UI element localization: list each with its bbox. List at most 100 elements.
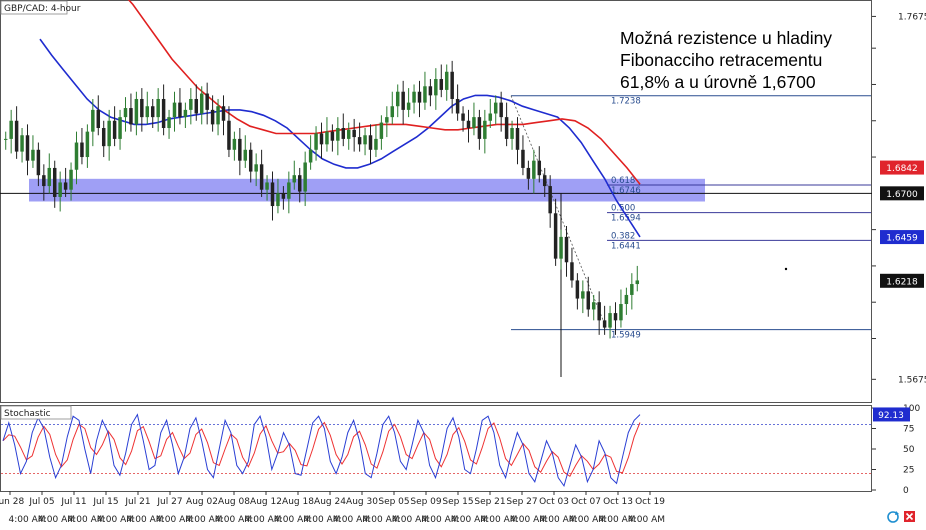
candle-body bbox=[325, 131, 329, 145]
price-tag-label: 1.6842 bbox=[886, 164, 918, 174]
candle-body bbox=[243, 149, 248, 161]
candle-body bbox=[91, 109, 95, 132]
candle-body bbox=[570, 262, 574, 281]
candle-body bbox=[134, 98, 139, 125]
price-tag-label: 1.6700 bbox=[886, 190, 918, 200]
candle-body bbox=[199, 93, 204, 114]
candle-body bbox=[417, 91, 422, 103]
candle-body bbox=[238, 138, 242, 161]
x-tick-label: Jul 15 bbox=[92, 497, 118, 507]
price-chart[interactable]: 1.72380.6181.67460.5001.65940.3821.64411… bbox=[0, 0, 926, 530]
candle-body bbox=[123, 108, 128, 118]
candle-body bbox=[80, 142, 84, 158]
candle-body bbox=[504, 117, 509, 139]
candle-body bbox=[493, 102, 498, 114]
candle-body bbox=[553, 213, 558, 259]
candle-body bbox=[287, 182, 291, 199]
chart-dot bbox=[784, 267, 788, 271]
candle-body bbox=[521, 149, 525, 168]
candle-body bbox=[303, 162, 307, 192]
candle-body bbox=[85, 131, 90, 158]
candle-body bbox=[368, 135, 373, 150]
stoch-tick-label: 50 bbox=[903, 445, 915, 455]
candle-body bbox=[9, 120, 13, 139]
annotation-line-3: 61,8% a u úrovně 1,6700 bbox=[620, 72, 816, 92]
stochastic-value-label: 92.13 bbox=[878, 411, 904, 421]
candle-body bbox=[466, 120, 471, 129]
candle-body bbox=[183, 109, 188, 118]
x-tick-label: Oct 03 bbox=[539, 497, 569, 507]
candle-body bbox=[297, 175, 302, 192]
candle-body bbox=[428, 86, 433, 96]
candle-body bbox=[390, 106, 395, 118]
candle-body bbox=[597, 302, 601, 321]
candle-body bbox=[42, 175, 46, 187]
candle-body bbox=[69, 169, 73, 190]
candle-body bbox=[542, 175, 547, 187]
candle-body bbox=[635, 280, 640, 285]
candle-body bbox=[101, 128, 106, 147]
candle-body bbox=[444, 71, 449, 90]
candle-body bbox=[265, 182, 269, 190]
price-tag-label: 1.6218 bbox=[886, 277, 918, 287]
stochastic-pane-frame bbox=[0, 405, 872, 492]
fib-ratio-label: 0.382 bbox=[611, 231, 635, 241]
candle-body bbox=[216, 106, 220, 125]
candle-body bbox=[281, 193, 286, 199]
x-tick-label: Aug 30 bbox=[346, 497, 378, 507]
candle-body bbox=[461, 113, 465, 121]
candle-body bbox=[161, 98, 166, 129]
candle-body bbox=[292, 175, 297, 183]
candle-body bbox=[270, 182, 275, 207]
candle-body bbox=[385, 117, 389, 123]
candle-body bbox=[537, 160, 542, 176]
candle-body bbox=[336, 128, 340, 141]
candle-body bbox=[254, 164, 258, 172]
candle-body bbox=[167, 117, 171, 129]
candle-body bbox=[434, 79, 438, 96]
x-tick-label: Aug 02 bbox=[186, 497, 218, 507]
candle-body bbox=[575, 280, 580, 299]
candle-body bbox=[47, 167, 52, 187]
candle-body bbox=[20, 135, 24, 152]
candle-body bbox=[58, 182, 62, 197]
candle-body bbox=[532, 160, 536, 179]
candle-body bbox=[276, 193, 280, 207]
candle-body bbox=[515, 128, 520, 150]
x-tick-label: Oct 07 bbox=[571, 497, 601, 507]
fib-price-label: 1.6441 bbox=[611, 241, 641, 251]
candle-body bbox=[341, 128, 346, 139]
close-icon[interactable] bbox=[904, 511, 915, 522]
candle-body bbox=[178, 102, 182, 118]
candle-body bbox=[205, 93, 209, 110]
x-tick-label: Jul 21 bbox=[124, 497, 150, 507]
candle-body bbox=[455, 98, 460, 114]
price-tag-label: 1.6459 bbox=[886, 234, 918, 244]
candle-body bbox=[406, 102, 411, 110]
candle-body bbox=[145, 106, 150, 118]
support-zone bbox=[29, 178, 705, 202]
candle-body bbox=[477, 117, 482, 139]
annotation-line-1: Možná rezistence u hladiny bbox=[620, 28, 832, 48]
candle-body bbox=[74, 142, 79, 170]
candle-body bbox=[624, 294, 629, 305]
x-tick-label: Sep 09 bbox=[410, 497, 442, 507]
candle-body bbox=[259, 164, 264, 190]
fib-ratio-label: 0.618 bbox=[611, 176, 635, 186]
symbol-label: GBP/CAD: 4-hour bbox=[4, 4, 81, 14]
candle-body bbox=[25, 135, 30, 161]
candle-body bbox=[379, 122, 384, 139]
candle-body bbox=[308, 149, 313, 163]
refresh-icon[interactable] bbox=[887, 511, 899, 523]
candle-body bbox=[586, 291, 591, 310]
stoch-tick-label: 75 bbox=[903, 425, 914, 435]
candle-body bbox=[232, 138, 237, 150]
candle-body bbox=[31, 149, 35, 161]
candle-body bbox=[488, 113, 493, 121]
candle-body bbox=[3, 138, 8, 140]
candle-body bbox=[548, 186, 552, 214]
x-tick-label: Oct 19 bbox=[635, 497, 665, 507]
x-tick-label: Sep 15 bbox=[442, 497, 473, 507]
price-tick-label: 1.7675 bbox=[898, 12, 926, 22]
candle-body bbox=[613, 313, 618, 321]
